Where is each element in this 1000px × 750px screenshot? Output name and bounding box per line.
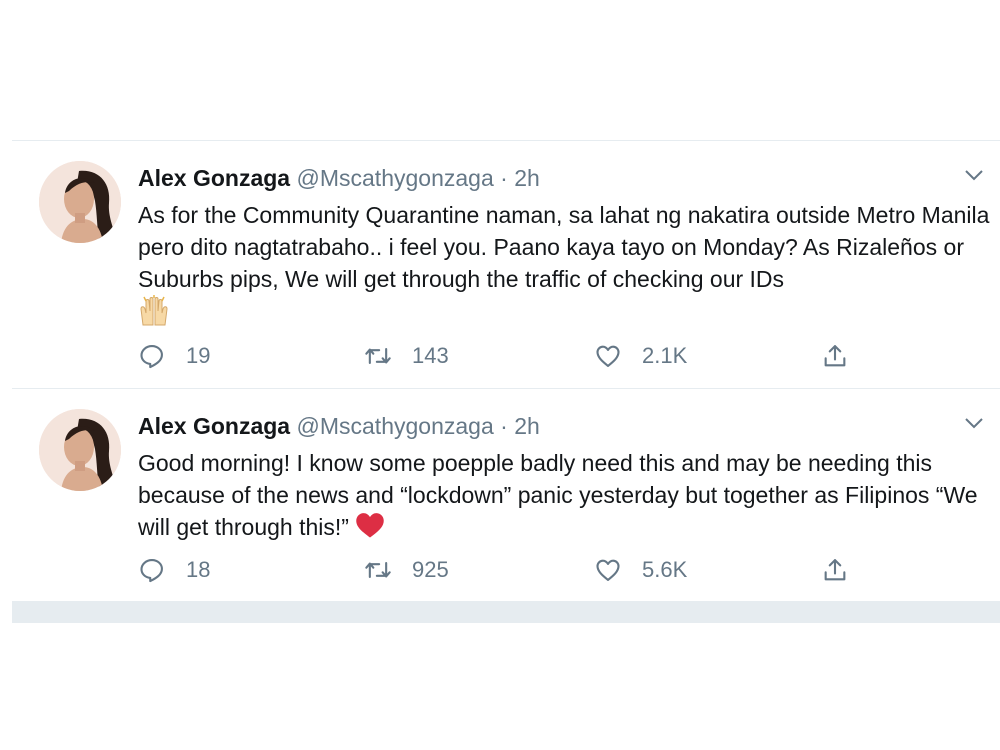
- author-name[interactable]: Alex Gonzaga: [138, 413, 290, 439]
- avatar-image: [39, 161, 121, 243]
- avatar[interactable]: [39, 161, 121, 243]
- like-button[interactable]: 5.6K: [594, 555, 687, 585]
- author-handle[interactable]: @Mscathygonzaga: [297, 413, 494, 439]
- avatar[interactable]: [39, 409, 121, 491]
- raising-hands-emoji: [138, 295, 170, 335]
- like-count: 5.6K: [642, 557, 688, 582]
- heart-icon: [596, 559, 620, 581]
- chevron-down-icon[interactable]: [962, 163, 986, 187]
- tweet-header: Alex Gonzaga @Mscathygonzaga · 2h: [138, 163, 540, 193]
- reply-count: 18: [186, 557, 211, 582]
- share-button[interactable]: [821, 341, 849, 371]
- share-icon: [824, 559, 846, 581]
- retweet-icon: [365, 561, 391, 579]
- tweet-actions: 19 143 2.1K: [138, 341, 858, 371]
- chevron-down-icon[interactable]: [962, 411, 986, 435]
- avatar-image: [39, 409, 121, 491]
- tweet-text: As for the Community Quarantine naman, s…: [138, 199, 998, 335]
- tweet-text-content: Good morning! I know some poepple badly …: [138, 450, 978, 541]
- author-handle[interactable]: @Mscathygonzaga: [297, 165, 494, 191]
- separator-dot: ·: [500, 165, 508, 191]
- tweet-header: Alex Gonzaga @Mscathygonzaga · 2h: [138, 411, 540, 441]
- like-button[interactable]: 2.1K: [594, 341, 687, 371]
- reply-button[interactable]: 18: [138, 555, 210, 585]
- like-count: 2.1K: [642, 343, 688, 368]
- tweet-text: Good morning! I know some poepple badly …: [138, 447, 998, 547]
- reply-button[interactable]: 19: [138, 341, 210, 371]
- heart-icon: [596, 345, 620, 367]
- reply-count: 19: [186, 343, 211, 368]
- tweet-actions: 18 925 5.6K: [138, 555, 858, 585]
- retweet-count: 925: [412, 557, 449, 582]
- tweet-timestamp[interactable]: 2h: [514, 413, 540, 439]
- reply-icon: [140, 559, 163, 583]
- tweet-text-content: As for the Community Quarantine naman, s…: [138, 202, 990, 292]
- tweet[interactable]: Alex Gonzaga @Mscathygonzaga · 2h Good m…: [12, 389, 1000, 602]
- share-icon: [824, 345, 846, 367]
- tweet[interactable]: Alex Gonzaga @Mscathygonzaga · 2h As for…: [12, 141, 1000, 389]
- retweet-button[interactable]: 143: [364, 341, 449, 371]
- tweet-feed: Alex Gonzaga @Mscathygonzaga · 2h As for…: [12, 140, 1000, 602]
- separator-dot: ·: [500, 413, 508, 439]
- retweet-count: 143: [412, 343, 449, 368]
- feed-footer-divider: [12, 601, 1000, 623]
- red-heart-emoji: [355, 511, 385, 547]
- tweet-timestamp[interactable]: 2h: [514, 165, 540, 191]
- retweet-icon: [365, 347, 391, 365]
- share-button[interactable]: [821, 555, 849, 585]
- author-name[interactable]: Alex Gonzaga: [138, 165, 290, 191]
- reply-icon: [140, 345, 163, 369]
- retweet-button[interactable]: 925: [364, 555, 449, 585]
